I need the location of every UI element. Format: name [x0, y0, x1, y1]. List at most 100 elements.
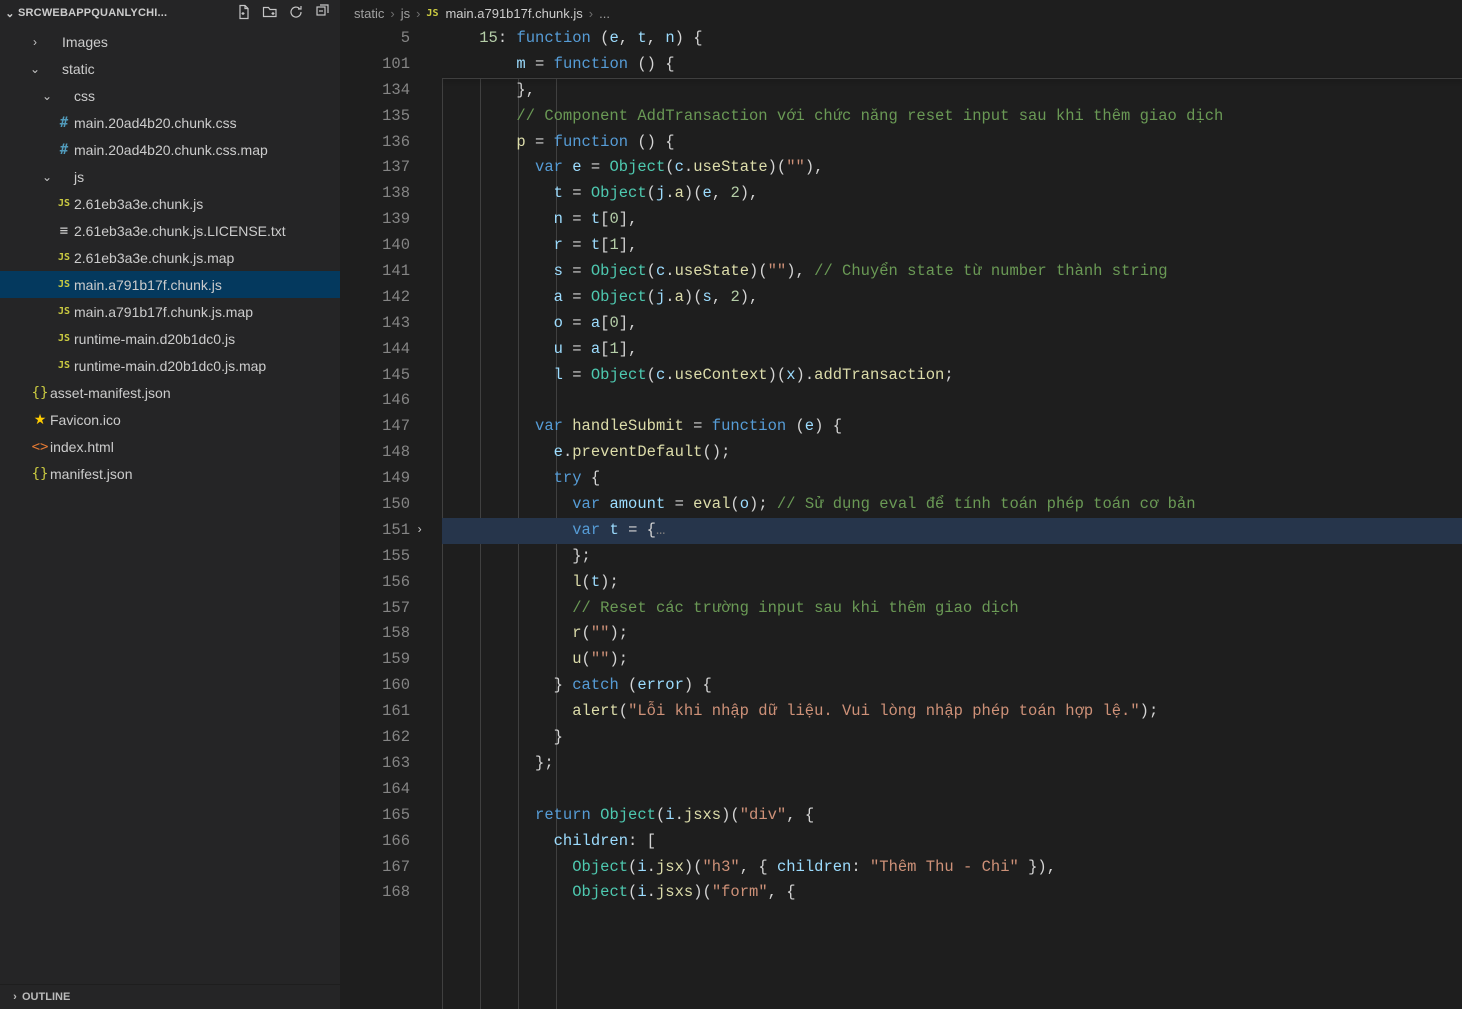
- sticky-scroll-separator: [442, 78, 1462, 79]
- line-number: 155: [340, 544, 412, 570]
- fold-glyph[interactable]: [412, 570, 442, 596]
- tree-item-label: js: [74, 169, 84, 185]
- line-number: 164: [340, 777, 412, 803]
- line-number: 167: [340, 855, 412, 881]
- tree-item[interactable]: {}asset-manifest.json: [0, 379, 340, 406]
- tree-item[interactable]: #main.20ad4b20.chunk.css: [0, 109, 340, 136]
- code-content[interactable]: 15: function (e, t, n) { m = function ()…: [442, 26, 1462, 1009]
- tree-item[interactable]: #main.20ad4b20.chunk.css.map: [0, 136, 340, 163]
- fold-glyph[interactable]: [412, 596, 442, 622]
- fold-glyph[interactable]: [412, 311, 442, 337]
- tree-item[interactable]: {}manifest.json: [0, 460, 340, 487]
- tree-item[interactable]: ★Favicon.ico: [0, 406, 340, 433]
- file-icon: ★: [30, 411, 50, 428]
- tree-item[interactable]: JSmain.a791b17f.chunk.js: [0, 271, 340, 298]
- tree-item[interactable]: JSruntime-main.d20b1dc0.js: [0, 325, 340, 352]
- breadcrumb-segment[interactable]: js: [401, 6, 410, 21]
- tree-item-label: Favicon.ico: [50, 412, 121, 428]
- fold-glyph[interactable]: [412, 414, 442, 440]
- fold-glyph[interactable]: [412, 104, 442, 130]
- line-number: 166: [340, 829, 412, 855]
- tree-item[interactable]: JSmain.a791b17f.chunk.js.map: [0, 298, 340, 325]
- collapse-all-icon[interactable]: [314, 4, 330, 23]
- code-line: u = a[1],: [442, 337, 1462, 363]
- line-number: 137: [340, 155, 412, 181]
- fold-glyph[interactable]: [412, 803, 442, 829]
- refresh-icon[interactable]: [288, 4, 304, 23]
- fold-glyph[interactable]: [412, 673, 442, 699]
- code-editor[interactable]: 5101134135136137138139140141142143144145…: [340, 26, 1462, 1009]
- tree-item-label: static: [62, 61, 95, 77]
- breadcrumb[interactable]: static › js › JS main.a791b17f.chunk.js …: [340, 0, 1462, 26]
- tree-item[interactable]: <>index.html: [0, 433, 340, 460]
- code-line: // Reset các trường input sau khi thêm g…: [442, 596, 1462, 622]
- fold-glyph[interactable]: [412, 207, 442, 233]
- code-line: children: [: [442, 829, 1462, 855]
- fold-glyph[interactable]: [412, 777, 442, 803]
- breadcrumb-segment[interactable]: ...: [599, 6, 610, 21]
- code-line: l = Object(c.useContext)(x).addTransacti…: [442, 363, 1462, 389]
- fold-glyph[interactable]: [412, 492, 442, 518]
- code-line: };: [442, 751, 1462, 777]
- outline-label: OUTLINE: [22, 991, 70, 1003]
- outline-header[interactable]: › OUTLINE: [0, 984, 340, 1009]
- tree-item[interactable]: ⌄js: [0, 163, 340, 190]
- fold-glyph[interactable]: [412, 78, 442, 104]
- tree-item[interactable]: ⌄static: [0, 55, 340, 82]
- breadcrumb-segment[interactable]: static: [354, 6, 384, 21]
- fold-glyph[interactable]: [412, 621, 442, 647]
- fold-glyph[interactable]: [412, 466, 442, 492]
- chevron-down-icon[interactable]: ⌄: [2, 7, 18, 20]
- code-line: r = t[1],: [442, 233, 1462, 259]
- fold-glyph[interactable]: [412, 699, 442, 725]
- tree-item-label: runtime-main.d20b1dc0.js.map: [74, 358, 266, 374]
- file-icon: JS: [54, 252, 74, 263]
- fold-glyph[interactable]: [412, 855, 442, 881]
- fold-glyph[interactable]: [412, 388, 442, 414]
- line-number: 168: [340, 880, 412, 906]
- new-folder-icon[interactable]: [262, 4, 278, 23]
- tree-item-label: 2.61eb3a3e.chunk.js.LICENSE.txt: [74, 223, 286, 239]
- fold-glyph[interactable]: [412, 337, 442, 363]
- fold-glyph[interactable]: [412, 440, 442, 466]
- tree-item[interactable]: JSruntime-main.d20b1dc0.js.map: [0, 352, 340, 379]
- fold-glyph[interactable]: [412, 751, 442, 777]
- line-number: 101: [340, 52, 412, 78]
- fold-glyph[interactable]: [412, 363, 442, 389]
- line-number: 139: [340, 207, 412, 233]
- new-file-icon[interactable]: [236, 4, 252, 23]
- fold-glyph[interactable]: [412, 285, 442, 311]
- code-line: e.preventDefault();: [442, 440, 1462, 466]
- fold-glyph[interactable]: [412, 26, 442, 52]
- line-number: 150: [340, 492, 412, 518]
- fold-glyph[interactable]: [412, 233, 442, 259]
- fold-glyph[interactable]: [412, 647, 442, 673]
- code-line: var t = {…: [442, 518, 1462, 544]
- fold-glyph[interactable]: [412, 259, 442, 285]
- tree-item[interactable]: JS2.61eb3a3e.chunk.js: [0, 190, 340, 217]
- breadcrumb-segment[interactable]: main.a791b17f.chunk.js: [445, 6, 582, 21]
- line-number: 135: [340, 104, 412, 130]
- code-line: o = a[0],: [442, 311, 1462, 337]
- tree-item[interactable]: ⌄css: [0, 82, 340, 109]
- fold-glyph[interactable]: [412, 155, 442, 181]
- chevron-icon: ›: [28, 35, 42, 49]
- tree-item[interactable]: JS2.61eb3a3e.chunk.js.map: [0, 244, 340, 271]
- line-number: 134: [340, 78, 412, 104]
- fold-glyph[interactable]: [412, 52, 442, 78]
- tree-item[interactable]: ›Images: [0, 28, 340, 55]
- fold-glyph[interactable]: [412, 181, 442, 207]
- file-icon: {}: [30, 385, 50, 401]
- line-number: 149: [340, 466, 412, 492]
- tree-item-label: main.20ad4b20.chunk.css.map: [74, 142, 268, 158]
- fold-glyph[interactable]: [412, 725, 442, 751]
- code-line: alert("Lỗi khi nhập dữ liệu. Vui lòng nh…: [442, 699, 1462, 725]
- code-line: var amount = eval(o); // Sử dụng eval để…: [442, 492, 1462, 518]
- line-number: 158: [340, 621, 412, 647]
- fold-glyph[interactable]: [412, 130, 442, 156]
- fold-glyph[interactable]: [412, 829, 442, 855]
- fold-glyph[interactable]: ›: [412, 518, 442, 544]
- fold-glyph[interactable]: [412, 544, 442, 570]
- tree-item[interactable]: ≡2.61eb3a3e.chunk.js.LICENSE.txt: [0, 217, 340, 244]
- fold-glyph[interactable]: [412, 880, 442, 906]
